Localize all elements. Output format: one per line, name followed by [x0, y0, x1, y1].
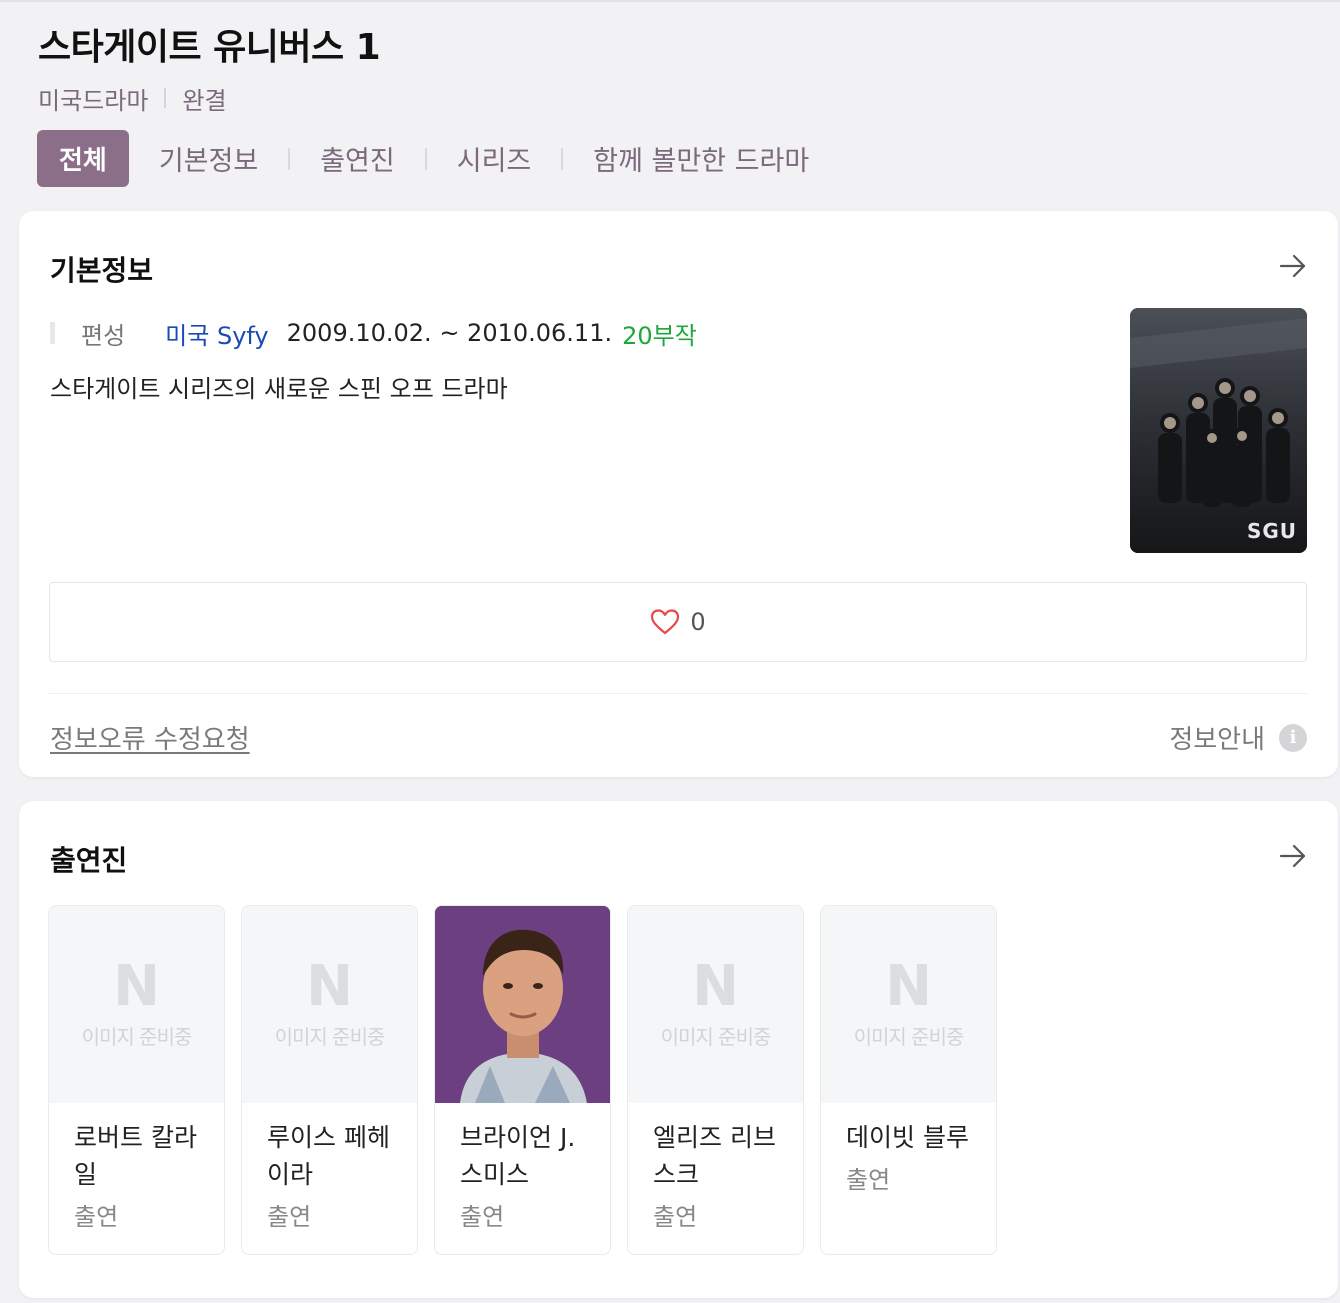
cast-photo-placeholder: N 이미지 준비중 [628, 906, 803, 1103]
cast-item[interactable]: N 이미지 준비중 로버트 칼라일 출연 [48, 905, 225, 1255]
cast-photo-placeholder: N 이미지 준비중 [49, 906, 224, 1103]
cast-card: 출연진 N 이미지 준비중 로버트 칼라일 출연 N 이미지 준비중 루이스 페… [19, 801, 1338, 1298]
genre-label: 미국드라마 [38, 86, 149, 115]
episode-count: 20부작 [622, 321, 697, 350]
tab-basic-info[interactable]: 기본정보 [159, 130, 258, 187]
cast-item[interactable]: N 이미지 준비중 데이빗 블루 출연 [820, 905, 997, 1255]
tab-series[interactable]: 시리즈 [457, 130, 532, 187]
info-guide-label: 정보안내 [1169, 725, 1265, 755]
poster-art [1130, 308, 1307, 553]
air-dates: 2009.10.02. ~ 2010.06.11. [286, 319, 613, 347]
cast-heading: 출연진 [50, 844, 128, 877]
page-title: 스타게이트 유니버스 1 [38, 27, 381, 68]
page-header: 스타게이트 유니버스 1 미국드라마 완결 [38, 26, 1318, 115]
n-logo-icon: N [692, 954, 739, 1019]
status-label: 완결 [182, 86, 227, 115]
like-count: 0 [690, 608, 706, 636]
info-bar [50, 322, 55, 344]
cast-role: 출연 [74, 1203, 119, 1231]
placeholder-text: 이미지 준비중 [660, 1025, 772, 1049]
cast-role: 출연 [653, 1203, 698, 1231]
sub-info-divider [164, 88, 167, 108]
cast-name: 브라이언 J. 스미스 [460, 1123, 576, 1189]
cast-name: 엘리즈 리브스크 [653, 1123, 776, 1189]
placeholder-text: 이미지 준비중 [853, 1025, 965, 1049]
cast-role: 출연 [460, 1203, 505, 1231]
info-guide-button[interactable]: 정보안내 i [1169, 719, 1307, 756]
n-logo-icon: N [885, 954, 932, 1019]
cast-photo-placeholder: N 이미지 준비중 [821, 906, 996, 1103]
cast-role: 출연 [267, 1203, 312, 1231]
description: 스타게이트 시리즈의 새로운 스핀 오프 드라마 [50, 375, 508, 403]
cast-role: 출연 [846, 1166, 891, 1194]
arrow-right-icon[interactable] [1278, 251, 1308, 281]
tab-divider [288, 147, 291, 170]
n-logo-icon: N [306, 954, 353, 1019]
heart-icon [651, 609, 680, 635]
tab-divider [561, 147, 564, 170]
tab-divider [424, 147, 427, 170]
poster-image[interactable]: SGU [1130, 308, 1307, 553]
cast-photo [435, 906, 610, 1103]
tab-bar: 전체 기본정보 출연진 시리즈 함께 볼만한 드라마 [37, 130, 809, 187]
cast-name: 로버트 칼라일 [74, 1123, 197, 1189]
top-divider [0, 0, 1340, 2]
card-divider [49, 693, 1307, 694]
sub-info: 미국드라마 완결 [38, 82, 1318, 115]
channel-link[interactable]: 미국 Syfy [165, 316, 268, 351]
placeholder-text: 이미지 준비중 [81, 1025, 193, 1049]
tab-cast[interactable]: 출연진 [320, 130, 395, 187]
cast-item[interactable]: N 이미지 준비중 루이스 페헤이라 출연 [241, 905, 418, 1255]
basic-info-heading: 기본정보 [50, 254, 154, 287]
broadcast-info: 편성 미국 Syfy 2009.10.02. ~ 2010.06.11. 20부… [50, 315, 697, 351]
like-button[interactable]: 0 [49, 582, 1307, 662]
person-photo [435, 906, 610, 1103]
cast-list: N 이미지 준비중 로버트 칼라일 출연 N 이미지 준비중 루이스 페헤이라 … [48, 905, 1013, 1255]
poster-logo: SGU [1246, 519, 1297, 543]
info-icon: i [1279, 723, 1307, 752]
n-logo-icon: N [113, 954, 160, 1019]
cast-photo-placeholder: N 이미지 준비중 [242, 906, 417, 1103]
broadcast-label: 편성 [81, 321, 126, 350]
cast-item[interactable]: 브라이언 J. 스미스 출연 [434, 905, 611, 1255]
cast-name: 루이스 페헤이라 [267, 1123, 390, 1189]
tab-all[interactable]: 전체 [37, 130, 129, 187]
report-error-link[interactable]: 정보오류 수정요청 [50, 719, 250, 756]
placeholder-text: 이미지 준비중 [274, 1025, 386, 1049]
cast-name: 데이빗 블루 [846, 1123, 969, 1152]
basic-info-card: 기본정보 편성 미국 Syfy 2009.10.02. ~ 2010.06.11… [19, 211, 1338, 777]
tab-related-dramas[interactable]: 함께 볼만한 드라마 [593, 130, 809, 187]
arrow-right-icon[interactable] [1278, 841, 1308, 871]
cast-item[interactable]: N 이미지 준비중 엘리즈 리브스크 출연 [627, 905, 804, 1255]
